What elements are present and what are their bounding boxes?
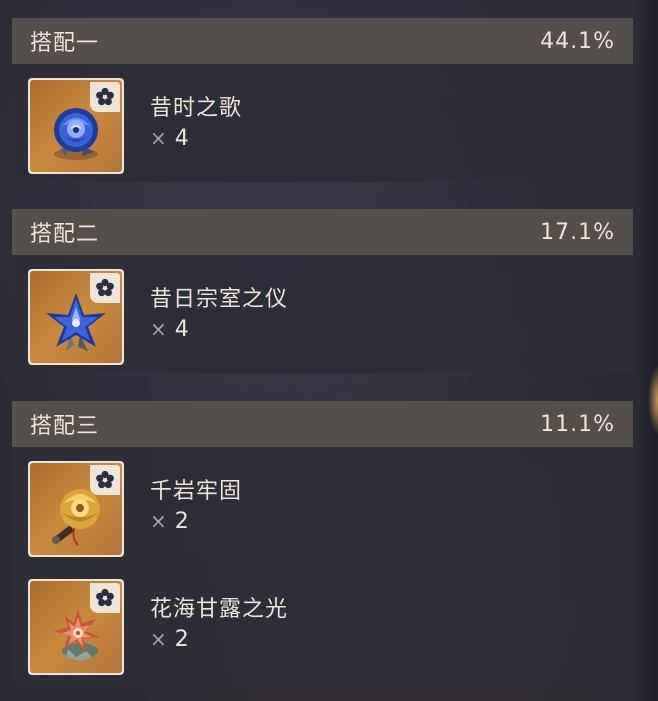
artifact-quantity: 4	[174, 317, 189, 342]
set-percentage: 17.1%	[540, 219, 615, 245]
artifact-type-badge	[90, 273, 120, 303]
set-panel-3: 搭配三 11.1% 千岩牢固 × 2 花海甘露之光 × 2	[12, 401, 633, 683]
artifact-type-badge	[90, 82, 120, 112]
set-label: 搭配二	[30, 222, 100, 247]
set-panel-2: 搭配二 17.1% 昔日宗室之仪 × 4	[12, 209, 633, 373]
artifact-name: 千岩牢固	[150, 479, 243, 504]
flower-slot-icon	[96, 470, 114, 489]
artifact-count: × 2	[150, 627, 189, 652]
artifact-set-recommendations: 搭配一 44.1% 昔时之歌 × 4 搭配二 17.1% 昔日宗室之仪 × 4 …	[0, 0, 658, 701]
multiplier-sign: ×	[150, 627, 167, 651]
artifact-row: 花海甘露之光 × 2	[12, 565, 633, 683]
set-label: 搭配一	[30, 31, 100, 56]
artifact-name: 花海甘露之光	[150, 597, 289, 622]
multiplier-sign: ×	[150, 126, 167, 150]
artifact-card-bg	[30, 271, 122, 363]
multiplier-sign: ×	[150, 509, 167, 533]
artifact-type-badge	[90, 465, 120, 495]
artifact-card[interactable]	[28, 78, 124, 174]
set-header-3: 搭配三 11.1%	[12, 401, 633, 447]
artifact-row: 昔日宗室之仪 × 4	[12, 255, 633, 373]
artifact-count: × 2	[150, 509, 189, 534]
set-percentage: 11.1%	[540, 411, 615, 437]
artifact-card[interactable]	[28, 579, 124, 675]
set-header-1: 搭配一 44.1%	[12, 18, 633, 64]
flower-slot-icon	[96, 278, 114, 297]
artifact-card[interactable]	[28, 461, 124, 557]
artifact-quantity: 2	[174, 509, 189, 534]
artifact-card-bg	[30, 80, 122, 172]
artifact-card-bg	[30, 581, 122, 673]
artifact-count: × 4	[150, 317, 189, 342]
artifact-name: 昔时之歌	[150, 96, 243, 121]
artifact-card[interactable]	[28, 269, 124, 365]
set-panel-1: 搭配一 44.1% 昔时之歌 × 4	[12, 18, 633, 182]
artifact-card-bg	[30, 463, 122, 555]
set-label: 搭配三	[30, 414, 100, 439]
artifact-quantity: 2	[174, 627, 189, 652]
edge-glow	[648, 365, 658, 435]
set-percentage: 44.1%	[540, 28, 615, 54]
artifact-name: 昔日宗室之仪	[150, 287, 289, 312]
set-header-2: 搭配二 17.1%	[12, 209, 633, 255]
multiplier-sign: ×	[150, 317, 167, 341]
artifact-type-badge	[90, 583, 120, 613]
flower-slot-icon	[96, 87, 114, 106]
set-body-3: 千岩牢固 × 2 花海甘露之光 × 2	[12, 447, 633, 683]
set-body-1: 昔时之歌 × 4	[12, 64, 633, 182]
set-body-2: 昔日宗室之仪 × 4	[12, 255, 633, 373]
artifact-row: 昔时之歌 × 4	[12, 64, 633, 182]
artifact-count: × 4	[150, 126, 189, 151]
flower-slot-icon	[96, 588, 114, 607]
artifact-row: 千岩牢固 × 2	[12, 447, 633, 565]
screen-edge	[634, 0, 658, 701]
artifact-quantity: 4	[174, 126, 189, 151]
